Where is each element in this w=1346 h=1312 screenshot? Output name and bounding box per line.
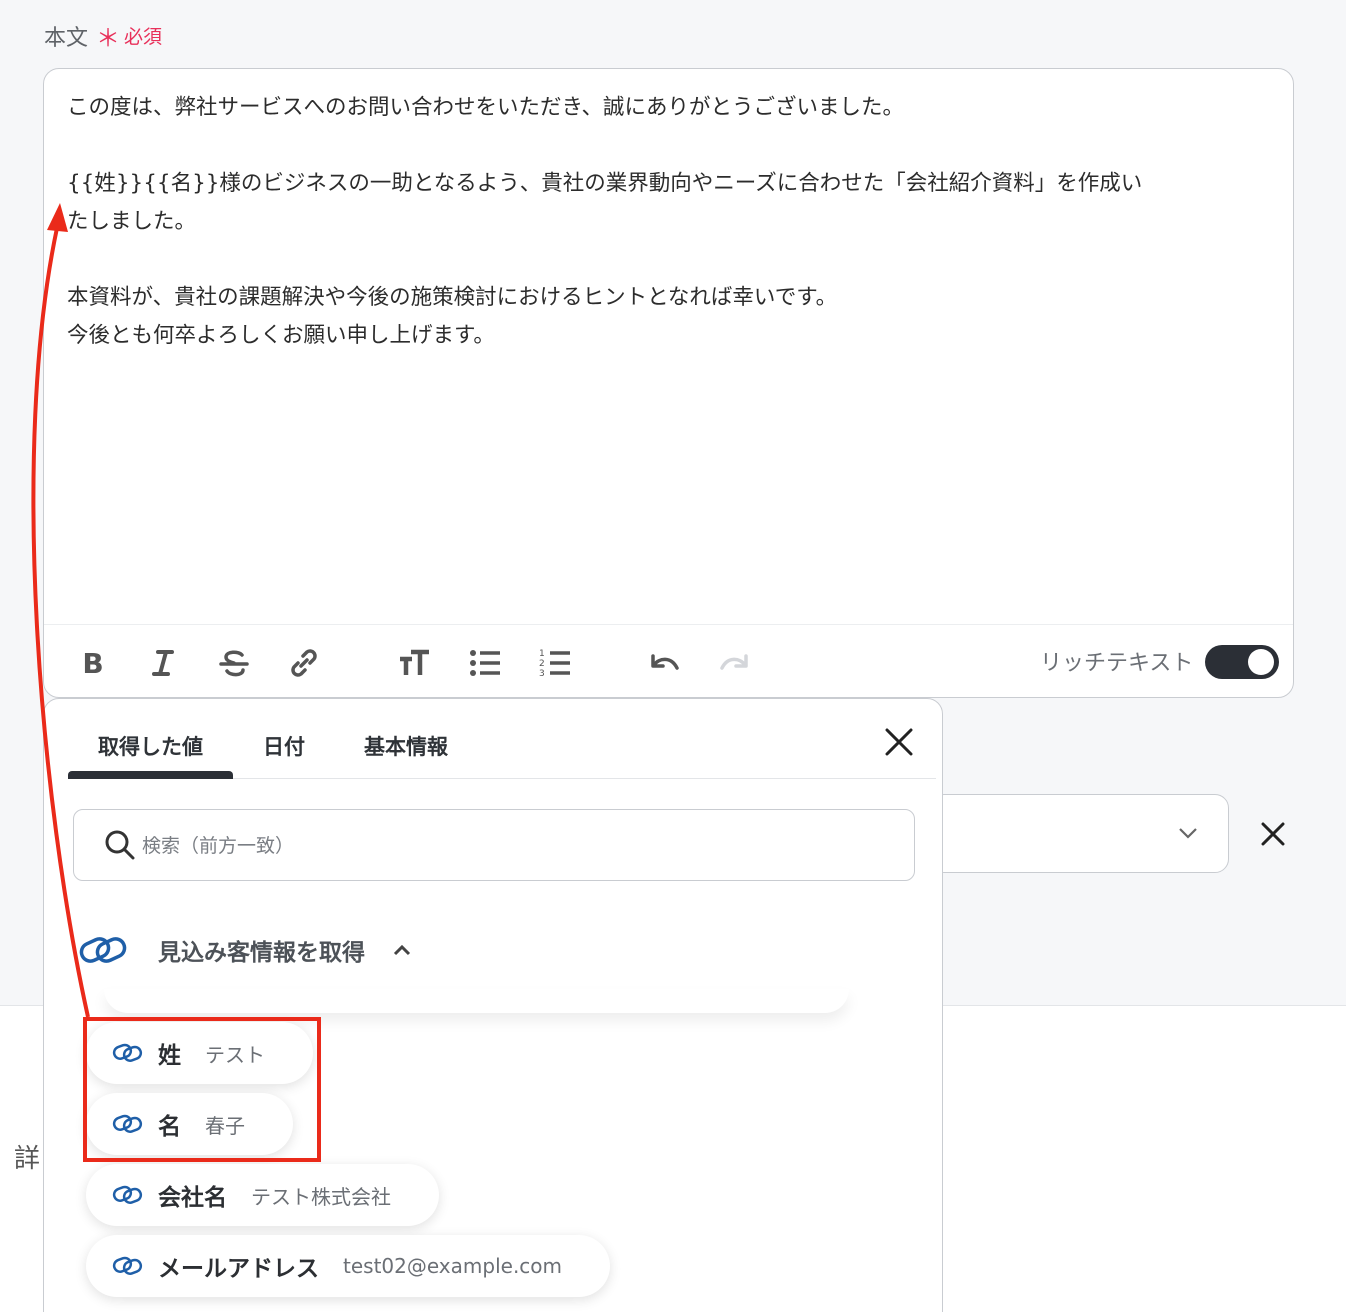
text-size-icon[interactable] [394,643,434,683]
numbered-list-icon[interactable]: 123 [535,643,575,683]
item-name: 会社名 [158,1185,227,1211]
link-chain-icon [112,1256,143,1275]
chevron-up-icon [393,944,411,956]
bullet-list-icon[interactable] [465,643,505,683]
list-item[interactable]: 姓 テスト [86,1022,313,1084]
section-divider [104,989,849,1013]
undo-icon[interactable] [644,643,684,683]
item-value: テスト株式会社 [251,1184,391,1209]
background-partial-label: 詳 [14,1144,41,1174]
list-item[interactable]: 会社名 テスト株式会社 [86,1164,439,1226]
link-chain-icon [112,1185,143,1204]
item-value: test02@example.com [343,1254,563,1278]
field-label-text: 本文 [44,25,89,51]
link-chain-icon [112,1114,143,1133]
tab-basic-info[interactable]: 基本情報 [364,731,448,761]
active-tab-indicator [68,771,233,779]
rich-text-label: リッチテキスト [1040,651,1194,676]
item-name: 名 [158,1114,181,1140]
list-item[interactable]: 名 春子 [86,1093,293,1155]
editor-line: たしました。 [67,209,197,234]
editor-line: 本資料が、貴社の課題解決や今後の施策検討におけるヒントとなれば幸いです。 [67,285,838,310]
svg-text:B: B [82,647,103,680]
list-item[interactable]: メールアドレス test02@example.com [86,1235,611,1297]
rich-text-toggle[interactable] [1205,645,1279,679]
bold-icon[interactable]: B [73,643,113,683]
editor-line-blank [67,241,1267,279]
link-icon[interactable] [284,643,324,683]
redo-icon [715,643,755,683]
editor-line-blank [67,127,1267,165]
required-text: 必須 [124,26,163,48]
close-icon[interactable] [1258,819,1288,849]
link-chain-icon [79,937,127,963]
item-name: メールアドレス [158,1256,319,1282]
editor-toolbar: B 123 リッチテキスト [44,624,1293,698]
background-select[interactable] [930,794,1229,873]
editor-line: 今後とも何卒よろしくお願い申し上げます。 [67,323,495,348]
search-icon [105,830,135,860]
editor-line: {{姓}}{{名}}様のビジネスの一助となるよう、貴社の業界動向やニーズに合わせ… [67,171,1143,196]
body-editor[interactable]: この度は、弊社サービスへのお問い合わせをいただき、誠にありがとうございました。 … [43,68,1294,698]
svg-text:2: 2 [539,659,545,669]
editor-line: この度は、弊社サービスへのお問い合わせをいただき、誠にありがとうございました。 [67,95,904,120]
item-name: 姓 [158,1043,181,1069]
body-field-label: 本文 ＊ 必須 [44,18,162,53]
item-value: テスト [205,1042,265,1067]
link-chain-icon [112,1043,143,1062]
required-asterisk: ＊ [96,24,121,52]
section-title: 見込み客情報を取得 [158,940,365,966]
search-input[interactable] [142,828,842,864]
search-box [73,809,915,881]
popup-close-icon[interactable] [882,725,916,759]
chevron-down-icon [1179,828,1197,839]
tab-acquired-values[interactable]: 取得した値 [98,731,203,761]
section-header[interactable]: 見込み客情報を取得 [78,933,413,967]
toggle-knob [1248,649,1274,675]
svg-text:3: 3 [539,669,545,679]
variable-picker-popup: 取得した値 日付 基本情報 見込み客情報を取得 姓 テスト 名 春子 会社名 テ… [43,698,943,1312]
italic-icon[interactable] [143,643,183,683]
tab-date[interactable]: 日付 [263,731,305,761]
svg-text:1: 1 [539,649,545,659]
popup-tabs: 取得した値 日付 基本情報 [68,727,936,779]
editor-content[interactable]: この度は、弊社サービスへのお問い合わせをいただき、誠にありがとうございました。 … [67,89,1267,355]
item-value: 春子 [205,1113,245,1138]
strikethrough-icon[interactable] [214,643,254,683]
